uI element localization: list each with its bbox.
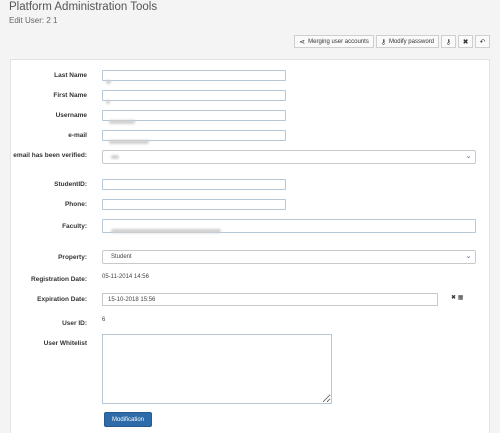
chevron-down-icon: ⌄ — [465, 153, 472, 160]
student-id-field[interactable] — [102, 179, 286, 190]
user-whitelist-label: User Whitelist — [43, 340, 87, 347]
expiration-date-label: Expiration Date: — [37, 296, 87, 303]
back-button[interactable]: ↶ — [475, 35, 490, 48]
undo-icon: ↶ — [479, 38, 486, 46]
merge-accounts-button[interactable]: ⋖ Merging user accounts — [294, 35, 374, 48]
merge-accounts-label: Merging user accounts — [308, 38, 369, 45]
email-label: e-mail — [68, 132, 87, 139]
clear-date-icon[interactable]: ✖ — [451, 295, 456, 301]
email-verified-label: email has been verified: — [13, 152, 87, 159]
merge-icon: ⋖ — [299, 38, 306, 46]
first-name-label: First Name — [53, 92, 87, 99]
registration-date-value: 05-11-2014 14:56 — [102, 274, 149, 280]
chevron-down-icon: ⌄ — [465, 253, 472, 260]
key-icon: ⚷ — [380, 38, 386, 46]
expiration-date-value: 15-10-2018 15:56 — [108, 296, 156, 303]
last-name-field[interactable] — [102, 70, 286, 84]
faculty-field[interactable] — [102, 219, 476, 233]
username-field[interactable] — [102, 110, 286, 124]
expiration-date-field[interactable]: 15-10-2018 15:56 — [102, 293, 438, 306]
faculty-label: Faculty: — [62, 223, 87, 230]
key-icon: ⚷ — [445, 38, 452, 46]
user-id-value: 6 — [102, 317, 106, 323]
close-icon: ✖ — [462, 38, 469, 46]
user-whitelist-textarea[interactable] — [102, 334, 332, 404]
date-controls: ✖ ▦ — [451, 294, 463, 301]
modification-button[interactable]: Modification — [104, 412, 152, 427]
email-field[interactable] — [102, 130, 286, 144]
student-id-label: StudentID: — [54, 181, 87, 188]
delete-button[interactable]: ✖ — [458, 35, 473, 48]
phone-field[interactable] — [102, 199, 286, 210]
key-button[interactable]: ⚷ — [441, 35, 456, 48]
page-title: Platform Administration Tools — [9, 1, 158, 13]
last-name-label: Last Name — [54, 72, 87, 79]
property-value: Student — [111, 254, 132, 260]
first-name-field[interactable] — [102, 90, 286, 104]
username-label: Username — [55, 112, 87, 119]
registration-date-label: Registration Date: — [31, 276, 87, 283]
modify-password-button[interactable]: ⚷ Modify password — [375, 35, 439, 48]
email-verified-select[interactable]: ⌄ — [102, 150, 476, 164]
modify-password-label: Modify password — [388, 38, 434, 45]
page-subtitle: Edit User: 2 1 — [9, 16, 58, 25]
toolbar: ⋖ Merging user accounts ⚷ Modify passwor… — [292, 35, 490, 48]
property-select[interactable]: Student ⌄ — [102, 250, 476, 264]
phone-label: Phone: — [64, 201, 87, 208]
user-id-label: User ID: — [62, 320, 87, 327]
calendar-icon[interactable]: ▦ — [458, 295, 464, 301]
property-label: Property: — [58, 254, 87, 261]
